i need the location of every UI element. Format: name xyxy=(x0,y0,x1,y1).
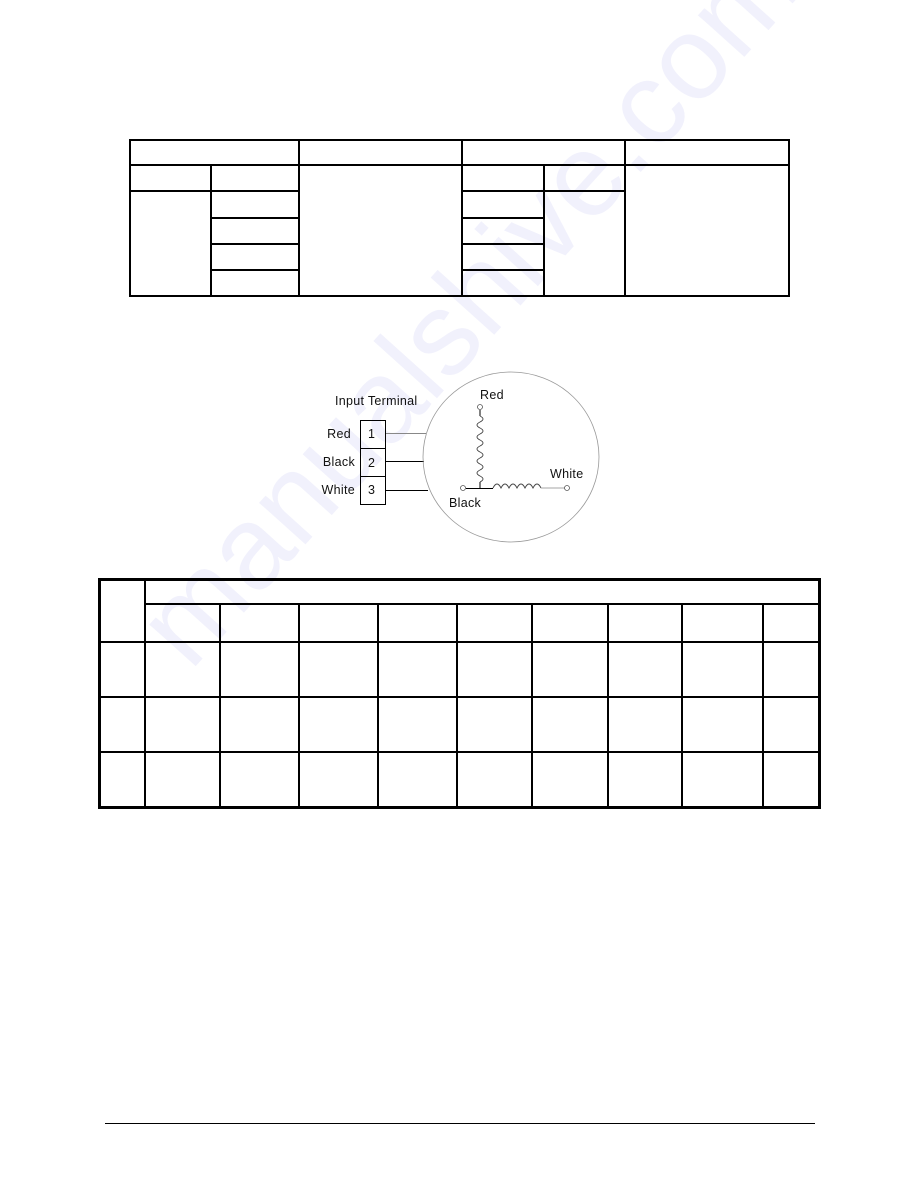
table-cell xyxy=(147,581,817,602)
table-rule xyxy=(531,603,533,808)
black-lead-terminal xyxy=(460,485,466,491)
table-rule xyxy=(211,217,300,219)
motor-lead-label-red: Red xyxy=(480,388,504,402)
red-lead-terminal xyxy=(477,404,483,410)
table-cell xyxy=(300,141,460,163)
table-rule xyxy=(144,578,146,808)
coil-horizontal xyxy=(492,483,542,490)
terminal-wire-label-red: Red xyxy=(327,427,351,441)
table-border xyxy=(788,139,790,297)
table-rule xyxy=(462,243,545,245)
table-rule xyxy=(456,603,458,808)
table-cell xyxy=(463,141,623,163)
motor-wiring-diagram: Input Terminal 1 2 3 Red Black White Red… xyxy=(322,371,600,543)
table-cell xyxy=(626,141,787,163)
terminal-wire-label-black: Black xyxy=(323,455,356,469)
table-rule xyxy=(543,164,545,297)
motor-lead-label-black: Black xyxy=(449,496,482,510)
terminal-number-1: 1 xyxy=(368,427,375,441)
table-rule xyxy=(211,243,300,245)
table-rule xyxy=(219,603,221,808)
table-border xyxy=(818,578,821,809)
table-rule xyxy=(462,269,545,271)
coil-vertical xyxy=(476,415,484,483)
table-rule xyxy=(298,603,300,808)
footer-rule xyxy=(105,1123,815,1124)
table-rule xyxy=(145,603,820,605)
table-rule xyxy=(681,603,683,808)
terminal-wire-label-white: White xyxy=(322,483,355,497)
table-rule xyxy=(129,190,300,192)
white-lead-terminal xyxy=(564,485,570,491)
table-rule xyxy=(210,164,212,297)
table-rule xyxy=(607,603,609,808)
table-rule xyxy=(377,603,379,808)
motor-housing xyxy=(422,371,600,543)
table-cell xyxy=(131,141,297,163)
table-rule xyxy=(98,751,820,753)
table-cell xyxy=(101,581,143,640)
table-rule xyxy=(98,696,820,698)
input-terminal-label: Input Terminal xyxy=(335,394,417,408)
terminal-number-2: 2 xyxy=(368,456,375,470)
table-rule xyxy=(129,164,790,166)
motor-lead-label-white: White xyxy=(550,467,583,481)
table-rule xyxy=(462,217,545,219)
table-rule xyxy=(211,269,300,271)
table-rule xyxy=(98,641,820,643)
table-rule xyxy=(762,603,764,808)
terminal-number-3: 3 xyxy=(368,483,375,497)
table-border xyxy=(98,806,821,809)
table-border xyxy=(129,295,790,297)
